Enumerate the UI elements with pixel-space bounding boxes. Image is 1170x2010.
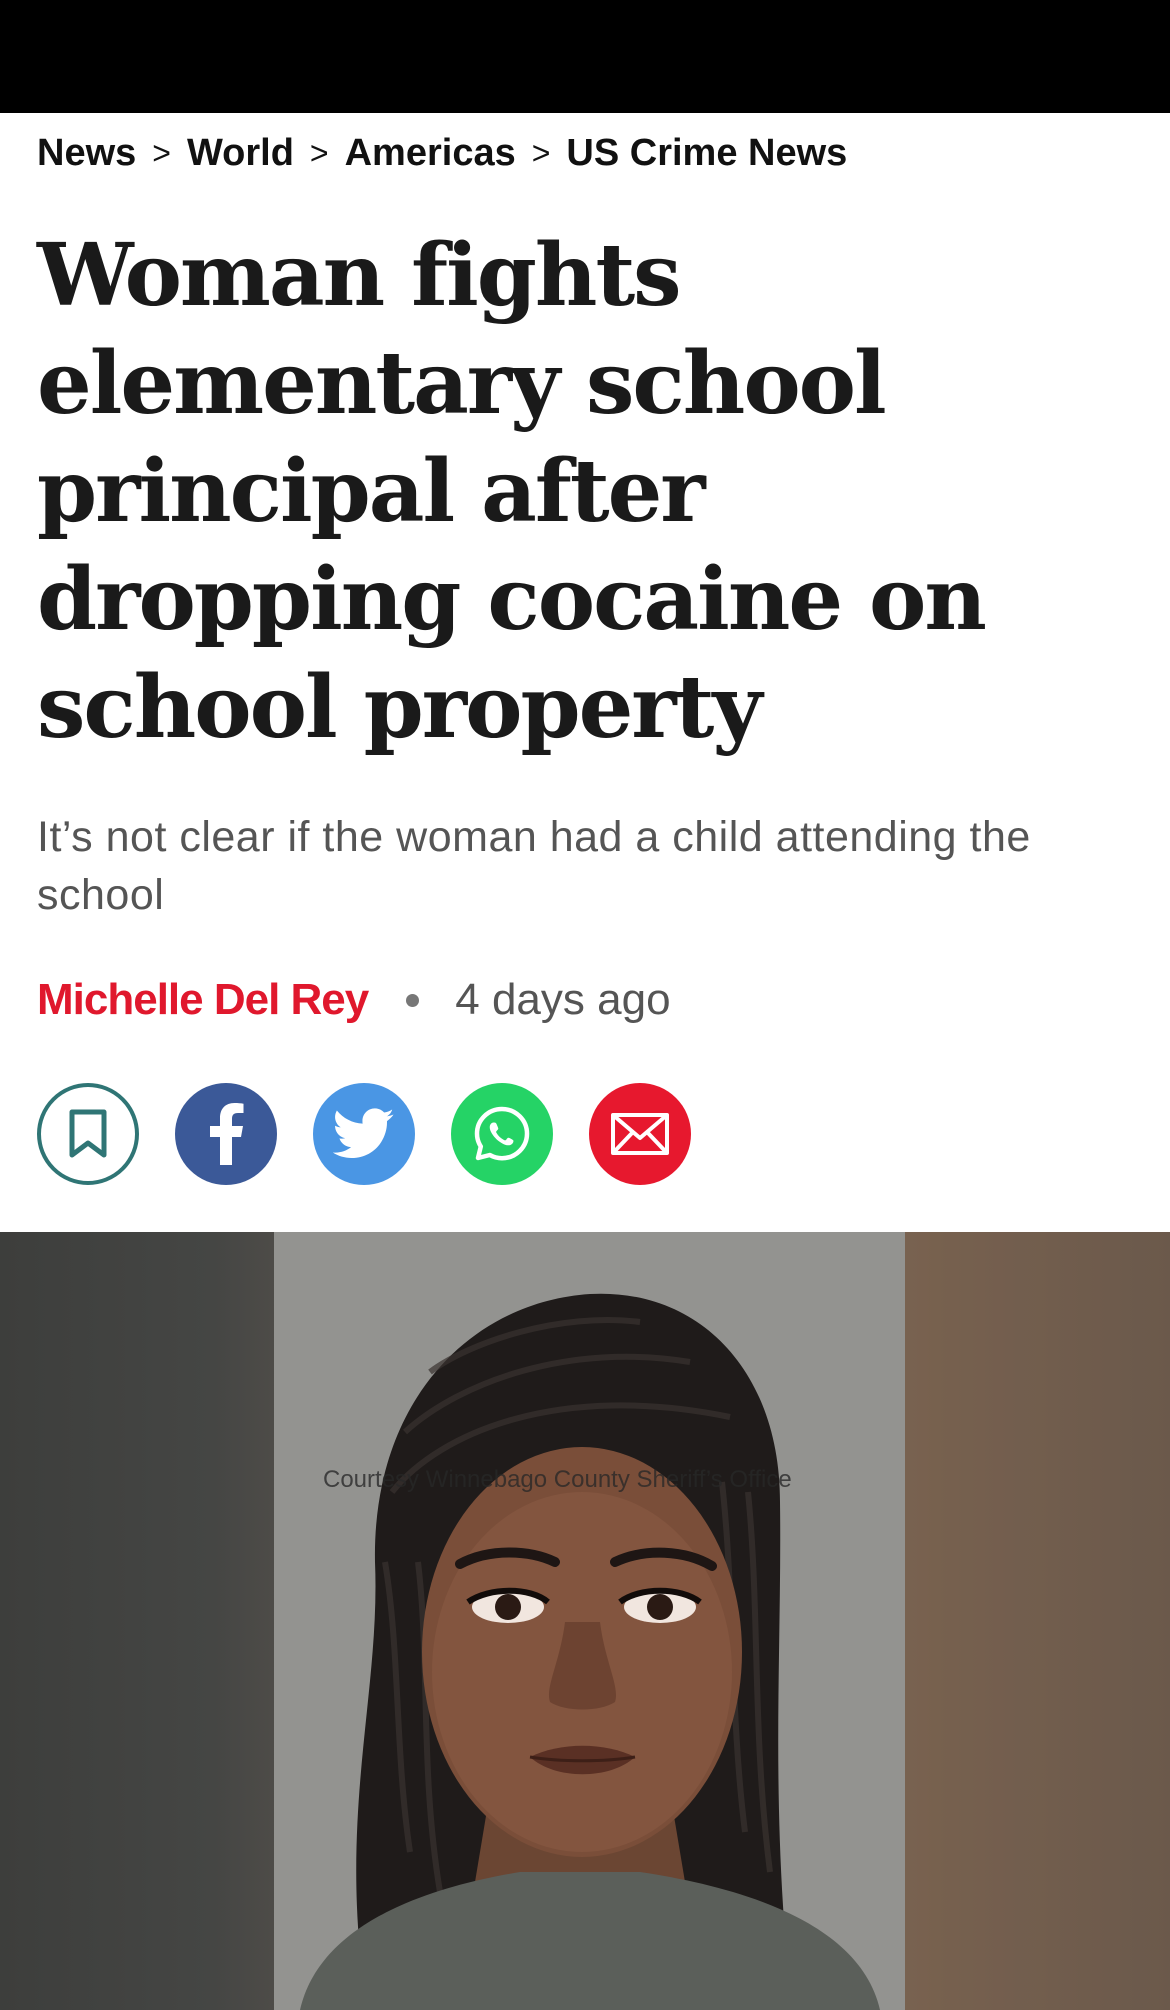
article-photo [0, 1232, 1170, 2010]
breadcrumb-americas[interactable]: Americas [345, 132, 516, 175]
email-icon [611, 1113, 669, 1155]
bookmark-icon [69, 1109, 107, 1158]
share-buttons [37, 1083, 691, 1185]
photo-credit-watermark: Courtesy Winnebago County Sheriff’s Offi… [323, 1466, 792, 1493]
twitter-icon [333, 1108, 394, 1159]
whatsapp-icon [474, 1106, 530, 1161]
breadcrumb-us-crime-news[interactable]: US Crime News [566, 132, 847, 175]
author-link[interactable]: Michelle Del Rey [37, 975, 369, 1025]
bookmark-button[interactable] [37, 1083, 139, 1185]
whatsapp-share-button[interactable] [451, 1083, 553, 1185]
email-share-button[interactable] [589, 1083, 691, 1185]
breadcrumb: News > World > Americas > US Crime News [37, 132, 847, 175]
published-time: 4 days ago [455, 975, 671, 1024]
article-headline: Woman fights elementary school principal… [37, 225, 987, 758]
byline-separator-dot [406, 993, 420, 1007]
breadcrumb-news[interactable]: News [37, 132, 136, 175]
breadcrumb-separator: > [309, 135, 329, 171]
top-bar [0, 0, 1170, 113]
mugshot-illustration [274, 1232, 1170, 2010]
facebook-icon [210, 1103, 244, 1165]
breadcrumb-separator: > [531, 135, 551, 171]
twitter-share-button[interactable] [313, 1083, 415, 1185]
breadcrumb-separator: > [152, 135, 171, 171]
byline: Michelle Del Rey 4 days ago [37, 975, 671, 1025]
breadcrumb-world[interactable]: World [187, 132, 294, 175]
facebook-share-button[interactable] [175, 1083, 277, 1185]
article-standfirst: It’s not clear if the woman had a child … [37, 813, 1031, 919]
